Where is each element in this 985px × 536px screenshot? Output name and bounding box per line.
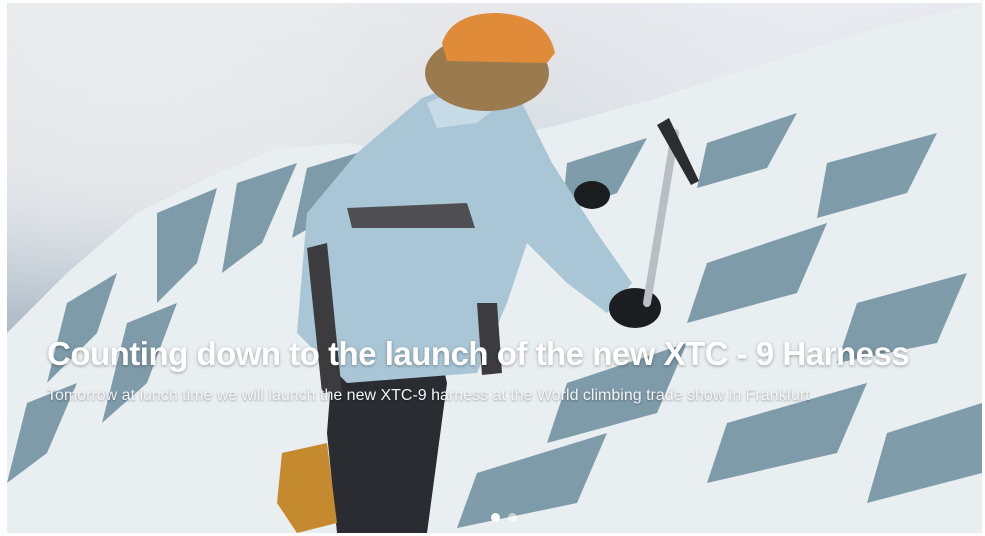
hero-banner: Counting down to the launch of the new X… — [7, 3, 982, 533]
carousel-dot-1[interactable] — [491, 513, 500, 522]
carousel-dot-2[interactable] — [508, 513, 517, 522]
carousel-indicators — [491, 513, 517, 522]
hero-image — [7, 3, 982, 533]
slide-title: Counting down to the launch of the new X… — [47, 335, 910, 372]
slide-description: Tomorrow at lunch time we will launch th… — [47, 387, 810, 404]
slide-caption: Counting down to the launch of the new X… — [47, 333, 967, 408]
